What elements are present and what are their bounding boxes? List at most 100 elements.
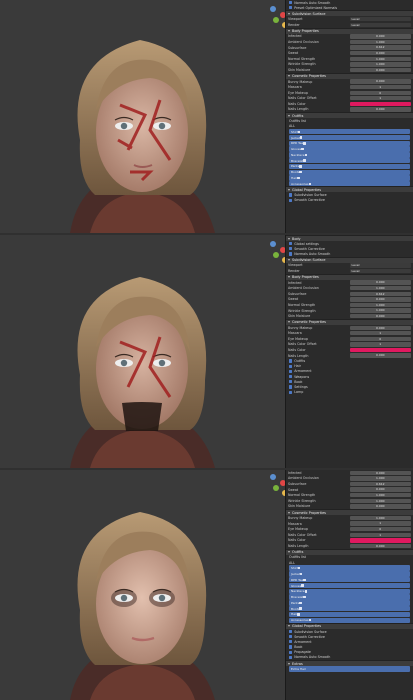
expand-triangle-icon[interactable] (288, 114, 290, 117)
checkbox-icon[interactable] (297, 176, 300, 180)
viewport-3[interactable] (0, 470, 285, 700)
outfit-toggle-button[interactable]: Bracelet (289, 594, 410, 600)
checkbox-icon[interactable] (289, 629, 293, 634)
property-value-field[interactable]: 1.000 (349, 39, 411, 45)
checkbox-icon[interactable] (289, 375, 293, 379)
property-value-field[interactable]: 0.000 (349, 297, 411, 302)
outfit-toggle-button[interactable]: Pants (289, 163, 410, 170)
outfit-toggle-button[interactable]: Shirt (289, 129, 410, 135)
checkbox-icon[interactable] (300, 136, 303, 139)
property-value-field[interactable]: 1.000 (349, 476, 411, 481)
color-swatch[interactable] (349, 101, 411, 107)
property-value-field[interactable]: Level (349, 22, 411, 27)
checkbox-icon[interactable] (301, 147, 304, 151)
checkbox-icon[interactable] (289, 247, 293, 251)
property-value-field[interactable]: Level (349, 16, 411, 22)
property-value-field[interactable]: 1 (349, 521, 411, 526)
checkbox-icon[interactable] (289, 198, 293, 202)
property-value-field[interactable]: 0.000 (349, 313, 411, 319)
outfit-toggle-button[interactable]: Shirt (289, 565, 410, 571)
checkbox-icon[interactable] (298, 130, 301, 133)
expand-triangle-icon[interactable] (288, 75, 290, 78)
outfit-toggle-button[interactable]: Gloves (289, 146, 410, 152)
extras-header[interactable]: Extras (286, 660, 413, 667)
navigation-gizmo[interactable] (270, 6, 285, 38)
property-value-field[interactable]: 0.000 (349, 79, 411, 84)
checkbox-icon[interactable] (289, 193, 293, 197)
expand-triangle-icon[interactable] (288, 551, 290, 554)
expand-triangle-icon[interactable] (288, 30, 290, 33)
outfit-toggle-button[interactable]: Jacket (289, 134, 410, 141)
property-value-field[interactable]: 1 (349, 96, 411, 101)
property-value-field[interactable]: 0.000 (349, 107, 411, 112)
color-swatch[interactable] (349, 538, 411, 543)
property-value-field[interactable]: 0.000 (349, 325, 411, 330)
checkbox-icon[interactable] (303, 595, 306, 599)
property-value-field[interactable]: 0.000 (349, 67, 411, 73)
property-value-field[interactable]: 0.000 (349, 34, 411, 39)
outfit-toggle-button[interactable]: Necklace (289, 152, 410, 158)
outfit-toggle-button[interactable]: Necklace (289, 588, 410, 594)
checkbox-icon[interactable] (289, 385, 293, 389)
outfit-check[interactable]: Lamp (286, 390, 413, 395)
checkbox-icon[interactable] (289, 252, 293, 256)
viewport-1[interactable] (0, 0, 285, 233)
expand-triangle-icon[interactable] (288, 625, 290, 628)
property-value-field[interactable]: 1.000 (349, 56, 411, 61)
expand-triangle-icon[interactable] (288, 662, 290, 665)
checkbox-icon[interactable] (304, 153, 308, 157)
property-value-field[interactable]: 1.000 (349, 492, 411, 498)
outfit-toggle-button[interactable]: Pants (289, 600, 410, 606)
checkbox-icon[interactable] (289, 242, 293, 246)
property-value-field[interactable]: 0.612 (349, 45, 411, 50)
checkbox-icon[interactable] (299, 165, 302, 168)
expand-triangle-icon[interactable] (288, 321, 290, 324)
outfit-toggle-button[interactable]: Gloves (289, 582, 410, 589)
checkbox-icon[interactable] (301, 584, 304, 587)
property-value-field[interactable]: 1.000 (349, 285, 411, 291)
checkbox-icon[interactable] (289, 380, 293, 384)
checkbox-icon[interactable] (299, 171, 302, 174)
checkbox-icon[interactable] (289, 359, 293, 363)
property-value-field[interactable]: Level (349, 263, 411, 268)
expand-triangle-icon[interactable] (288, 237, 290, 240)
outfit-toggle-button[interactable]: RPD Tee (289, 140, 410, 146)
property-value-field[interactable]: 0.000 (349, 280, 411, 285)
checkbox-icon[interactable] (289, 364, 293, 368)
property-value-field[interactable]: 0.000 (349, 50, 411, 56)
property-value-field[interactable]: Level (349, 268, 411, 274)
property-value-field[interactable]: 0.000 (349, 353, 411, 358)
navigation-gizmo[interactable] (270, 241, 285, 273)
property-value-field[interactable]: 1 (349, 342, 411, 347)
checkbox-icon[interactable] (289, 390, 293, 394)
property-value-field[interactable]: 1 (349, 84, 411, 90)
property-value-field[interactable]: 1 (349, 331, 411, 336)
expand-triangle-icon[interactable] (288, 511, 290, 514)
checkbox-icon[interactable] (289, 640, 293, 644)
property-value-field[interactable]: 1.000 (349, 62, 411, 67)
property-value-field[interactable]: 0.000 (349, 470, 411, 475)
outfit-toggle-button[interactable]: Boots (289, 605, 410, 612)
property-value-field[interactable]: 0 (349, 90, 411, 95)
outfit-toggle-button[interactable]: RPD Tee (289, 577, 410, 583)
global-check[interactable]: Smooth Corrective (286, 198, 413, 203)
viewport-2[interactable] (0, 235, 285, 468)
checkbox-icon[interactable] (289, 6, 293, 10)
property-value-field[interactable]: 1.000 (349, 515, 411, 521)
checkbox-icon[interactable] (303, 578, 306, 581)
expand-triangle-icon[interactable] (288, 259, 290, 262)
property-value-field[interactable]: 1.000 (349, 302, 411, 308)
outfit-toggle-button[interactable]: Hair (289, 611, 410, 618)
checkbox-icon[interactable] (303, 142, 306, 145)
checkbox-icon[interactable] (289, 1, 293, 5)
extra-hair-button[interactable]: Extra Hair (289, 666, 410, 672)
checkbox-icon[interactable] (299, 607, 302, 610)
outfit-toggle-button[interactable]: Jacket (289, 571, 410, 577)
checkbox-icon[interactable] (289, 645, 293, 649)
checkbox-icon[interactable] (300, 572, 303, 576)
checkbox-icon[interactable] (289, 650, 293, 654)
property-value-field[interactable]: 0.000 (349, 487, 411, 492)
checkbox-icon[interactable] (299, 601, 302, 605)
outfit-toggle-button[interactable]: Hair (289, 175, 410, 181)
expand-triangle-icon[interactable] (288, 188, 290, 191)
